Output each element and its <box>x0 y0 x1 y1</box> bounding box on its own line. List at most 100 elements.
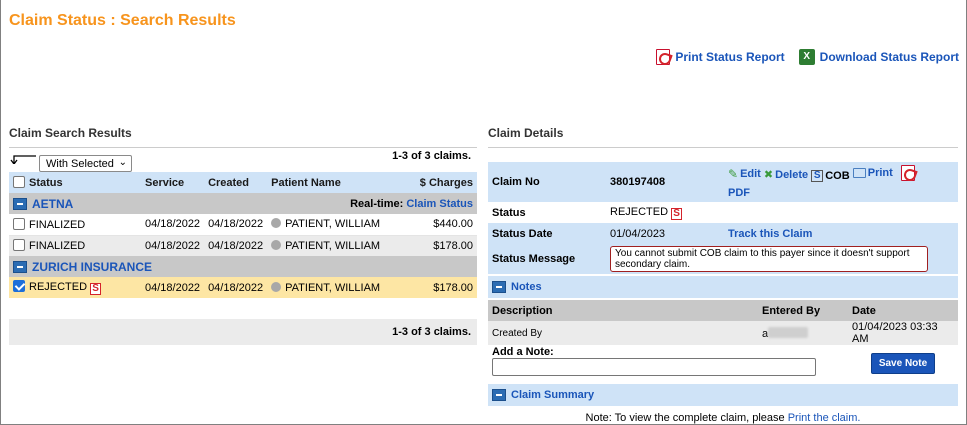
group-row-aetna: AETNA Real-time: Claim Status <box>9 193 477 214</box>
row-status: FINALIZED <box>29 218 86 231</box>
notes-col-entered-by: Entered By <box>758 300 848 321</box>
col-service-header[interactable]: Service <box>141 172 205 193</box>
row-status: REJECTED <box>29 281 88 293</box>
edit-icon: ✎ <box>728 167 739 181</box>
col-created-header[interactable]: Created <box>204 172 268 193</box>
excel-icon: X <box>798 49 815 65</box>
claim-search-results-panel: Claim Search Results With Selected ⌄ 1-3… <box>9 126 477 345</box>
status-message-box: You cannot submit COB claim to this paye… <box>610 246 928 272</box>
with-selected-value: With Selected <box>46 158 114 170</box>
status-date-label: Status Date <box>488 223 606 244</box>
col-charges-header[interactable]: $ Charges <box>404 172 477 193</box>
patient-status-dot-icon <box>271 239 282 250</box>
page-title: Claim Status : Search Results <box>9 12 236 29</box>
secondary-badge-icon: S <box>90 283 102 295</box>
claim-summary-header[interactable]: Claim Summary <box>488 384 958 406</box>
print-icon <box>852 168 866 178</box>
notes-col-date: Date <box>848 300 958 321</box>
add-note-input[interactable] <box>492 358 816 376</box>
down-left-arrow-icon <box>10 155 36 164</box>
select-all-checkbox[interactable] <box>13 176 25 188</box>
row-checkbox[interactable] <box>13 217 25 230</box>
claim-search-results-heading: Claim Search Results <box>9 126 132 140</box>
col-patient-header[interactable]: Patient Name <box>267 172 405 193</box>
cob-link[interactable]: S COB <box>811 168 850 185</box>
notes-table: Description Entered By Date Created By a… <box>488 300 958 381</box>
group-name: ZURICH INSURANCE <box>32 259 152 274</box>
status-date-value: 01/04/2023 <box>606 223 724 244</box>
collapse-icon[interactable] <box>492 281 506 293</box>
claims-count-bottom: 1-3 of 3 claims. <box>392 326 471 338</box>
pdf-link[interactable]: PDF <box>728 185 750 202</box>
results-footer: 1-3 of 3 claims. <box>9 319 477 345</box>
add-note-label: Add a Note: <box>492 346 554 358</box>
print-claim-link[interactable]: Print the claim. <box>788 412 861 424</box>
claims-table: Status Service Created Patient Name $ Ch… <box>9 172 477 319</box>
claim-actions: ✎ Edit ✖ Delete S COB Print PDF <box>724 162 958 202</box>
claim-no-row: Claim No 380197408 ✎ Edit ✖ Delete S COB Pr… <box>488 162 958 202</box>
bottom-note: Note: To view the complete claim, please… <box>488 412 958 424</box>
notes-header[interactable]: Notes <box>488 276 958 298</box>
pdf-icon <box>900 165 915 181</box>
row-charges: $440.00 <box>404 214 477 236</box>
row-charges: $178.00 <box>404 277 477 298</box>
row-status: FINALIZED <box>29 240 86 253</box>
status-value: REJECTED <box>610 205 669 218</box>
claims-count-top: 1-3 of 3 claims. <box>392 150 471 162</box>
note-date: 01/04/2023 03:33 AM <box>852 321 938 345</box>
status-message-row: Status Message You cannot submit COB cla… <box>488 244 958 274</box>
delete-link[interactable]: ✖ Delete <box>764 167 808 184</box>
status-label: Status <box>488 202 606 223</box>
track-claim-link[interactable]: Track this Claim <box>728 228 812 240</box>
row-created: 04/18/2022 <box>204 235 268 256</box>
row-patient: PATIENT, WILLIAM <box>285 239 381 252</box>
claim-summary-label: Claim Summary <box>511 389 595 401</box>
claim-status-link[interactable]: Claim Status <box>406 198 473 210</box>
note-row: Created By a 01/04/2023 03:33 AM <box>488 321 958 345</box>
row-patient: PATIENT, WILLIAM <box>285 281 381 294</box>
download-status-report-link[interactable]: X Download Status Report <box>798 49 959 65</box>
patient-status-dot-icon <box>271 281 282 292</box>
table-row-selected[interactable]: REJECTED S 04/18/2022 04/18/2022 PATIENT,… <box>9 277 477 298</box>
claim-details-table: Claim No 380197408 ✎ Edit ✖ Delete S COB Pr… <box>488 162 958 274</box>
collapse-icon[interactable] <box>13 260 27 273</box>
note-description: Created By <box>492 327 543 339</box>
print-status-report-label: Print Status Report <box>675 50 785 64</box>
pdf-icon <box>656 49 671 65</box>
print-status-report-link[interactable]: Print Status Report <box>656 49 785 65</box>
row-checkbox[interactable] <box>13 239 25 252</box>
collapse-icon[interactable] <box>492 389 506 401</box>
report-links: Print Status Report X Download Status Re… <box>656 48 959 66</box>
table-header-row: Status Service Created Patient Name $ Ch… <box>9 172 477 193</box>
status-date-row: Status Date 01/04/2023 Track this Claim <box>488 223 958 244</box>
patient-status-dot-icon <box>271 218 282 229</box>
secondary-badge-icon: S <box>671 207 683 220</box>
row-created: 04/18/2022 <box>204 277 268 298</box>
notes-col-description: Description <box>488 300 758 321</box>
download-status-report-label: Download Status Report <box>819 50 959 64</box>
status-row: Status REJECTED S <box>488 202 958 223</box>
save-note-button[interactable]: Save Note <box>870 352 936 374</box>
row-checkbox-checked[interactable] <box>13 280 25 292</box>
with-selected-dropdown[interactable]: With Selected ⌄ <box>39 155 132 172</box>
cob-icon: S <box>811 170 824 182</box>
col-status-header: Status <box>9 172 141 193</box>
row-service: 04/18/2022 <box>141 235 205 256</box>
group-row-zurich: ZURICH INSURANCE <box>9 256 477 277</box>
group-name: AETNA <box>32 196 74 211</box>
bottom-note-text: Note: To view the complete claim, please <box>585 412 785 424</box>
table-row[interactable]: FINALIZED 04/18/2022 04/18/2022 PATIENT,… <box>9 214 477 236</box>
edit-link[interactable]: ✎ Edit <box>728 166 761 183</box>
collapse-icon[interactable] <box>13 197 27 210</box>
claim-no-value: 380197408 <box>606 162 724 202</box>
row-patient: PATIENT, WILLIAM <box>285 218 381 231</box>
row-created: 04/18/2022 <box>204 214 268 236</box>
claim-details-panel: Claim Details Claim No 380197408 ✎ Edit ✖… <box>488 126 958 406</box>
claim-no-label: Claim No <box>488 162 606 202</box>
print-link[interactable]: Print <box>852 165 915 182</box>
chevron-down-icon: ⌄ <box>118 157 127 168</box>
results-toolbar: With Selected ⌄ 1-3 of 3 claims. <box>9 148 477 172</box>
delete-icon: ✖ <box>763 169 774 181</box>
table-row[interactable]: FINALIZED 04/18/2022 04/18/2022 PATIENT,… <box>9 235 477 256</box>
row-service: 04/18/2022 <box>141 277 205 298</box>
